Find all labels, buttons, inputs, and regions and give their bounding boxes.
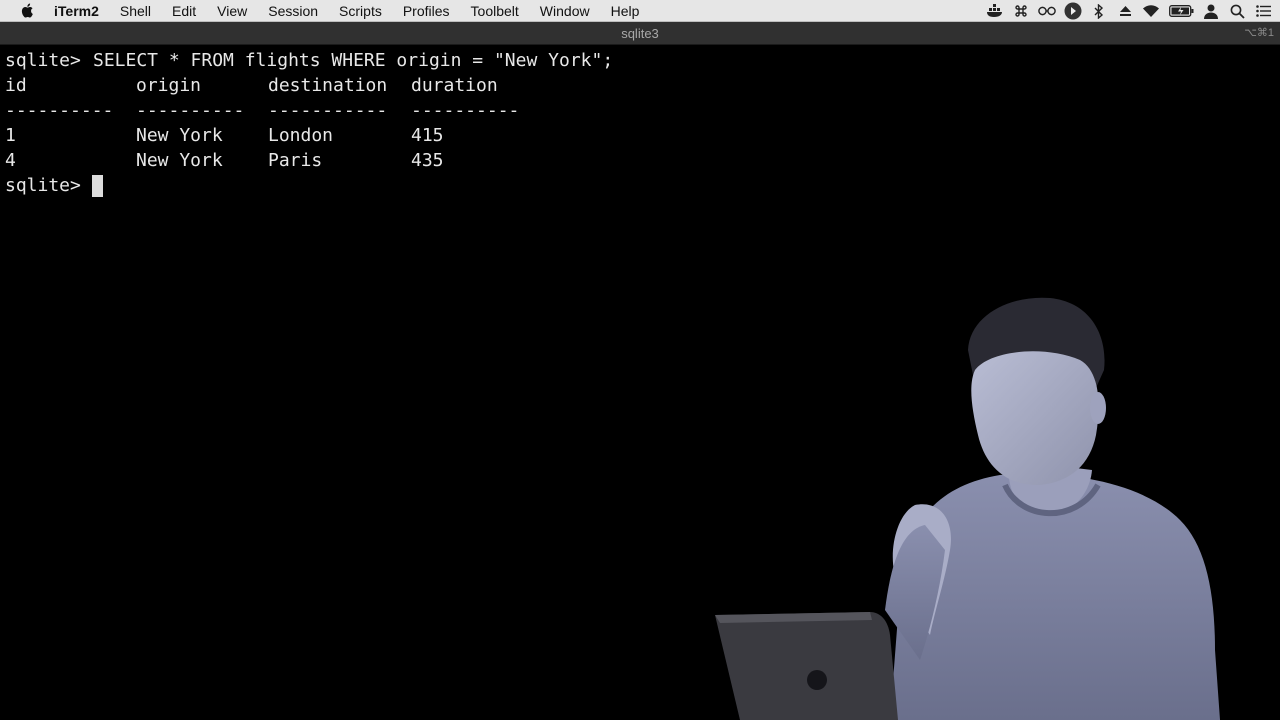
search-icon[interactable]: [1228, 3, 1246, 19]
menu-edit[interactable]: Edit: [172, 0, 196, 22]
cell-destination: London: [268, 125, 334, 146]
menu-session[interactable]: Session: [268, 0, 318, 22]
bluetooth-icon[interactable]: [1090, 3, 1108, 19]
menu-bar: iTerm2 Shell Edit View Session Scripts P…: [0, 0, 1280, 22]
apple-icon[interactable]: [20, 3, 34, 18]
status-area: [982, 0, 1280, 22]
wifi-icon[interactable]: [1142, 3, 1160, 19]
separator: ----------: [136, 100, 245, 121]
window-title-bar[interactable]: sqlite3 ⌥⌘1: [0, 22, 1280, 45]
menu-window[interactable]: Window: [540, 0, 590, 22]
separator: -----------: [268, 100, 388, 121]
command-line: sqlite> SELECT * FROM flights WHERE orig…: [5, 48, 613, 73]
menu-view[interactable]: View: [217, 0, 247, 22]
column-header-duration: duration: [411, 75, 498, 96]
sql-command: SELECT * FROM flights WHERE origin = "Ne…: [93, 50, 614, 71]
menu-profiles[interactable]: Profiles: [403, 0, 450, 22]
table-row: 4 New York Paris 435: [5, 148, 444, 173]
cell-id: 1: [5, 125, 16, 146]
prompt: sqlite>: [5, 50, 81, 71]
window-shortcut-label: ⌥⌘1: [1244, 27, 1274, 39]
menu-toolbelt[interactable]: Toolbelt: [471, 0, 519, 22]
battery-icon[interactable]: [1168, 3, 1194, 19]
menu-scripts[interactable]: Scripts: [339, 0, 382, 22]
play-circle-icon[interactable]: [1064, 2, 1082, 20]
presenter-video-overlay: [715, 297, 1220, 720]
cell-duration: 435: [411, 150, 444, 171]
text-cursor: [92, 175, 103, 197]
result-header-row: id origin destination duration: [5, 73, 498, 98]
cell-origin: New York: [136, 125, 223, 146]
cell-destination: Paris: [268, 150, 323, 171]
menu-shell[interactable]: Shell: [120, 0, 151, 22]
eject-icon[interactable]: [1116, 3, 1134, 19]
glasses-icon[interactable]: [1038, 3, 1056, 19]
command-icon[interactable]: [1012, 3, 1030, 19]
result-separator-row: ---------- ---------- ----------- ------…: [5, 98, 519, 123]
list-icon[interactable]: [1254, 3, 1272, 19]
separator: ----------: [5, 100, 114, 121]
menu-app-iterm2[interactable]: iTerm2: [54, 0, 99, 22]
menu-help[interactable]: Help: [611, 0, 640, 22]
docker-icon[interactable]: [986, 3, 1004, 19]
cell-id: 4: [5, 150, 16, 171]
separator: ----------: [411, 100, 520, 121]
cell-duration: 415: [411, 125, 444, 146]
user-icon[interactable]: [1202, 3, 1220, 19]
column-header-id: id: [5, 75, 27, 96]
column-header-origin: origin: [136, 75, 202, 96]
table-row: 1 New York London 415: [5, 123, 444, 148]
prompt: sqlite>: [5, 175, 81, 196]
window-title: sqlite3: [621, 26, 659, 41]
current-prompt-line: sqlite>: [5, 173, 81, 198]
cell-origin: New York: [136, 150, 223, 171]
column-header-destination: destination: [268, 75, 388, 96]
